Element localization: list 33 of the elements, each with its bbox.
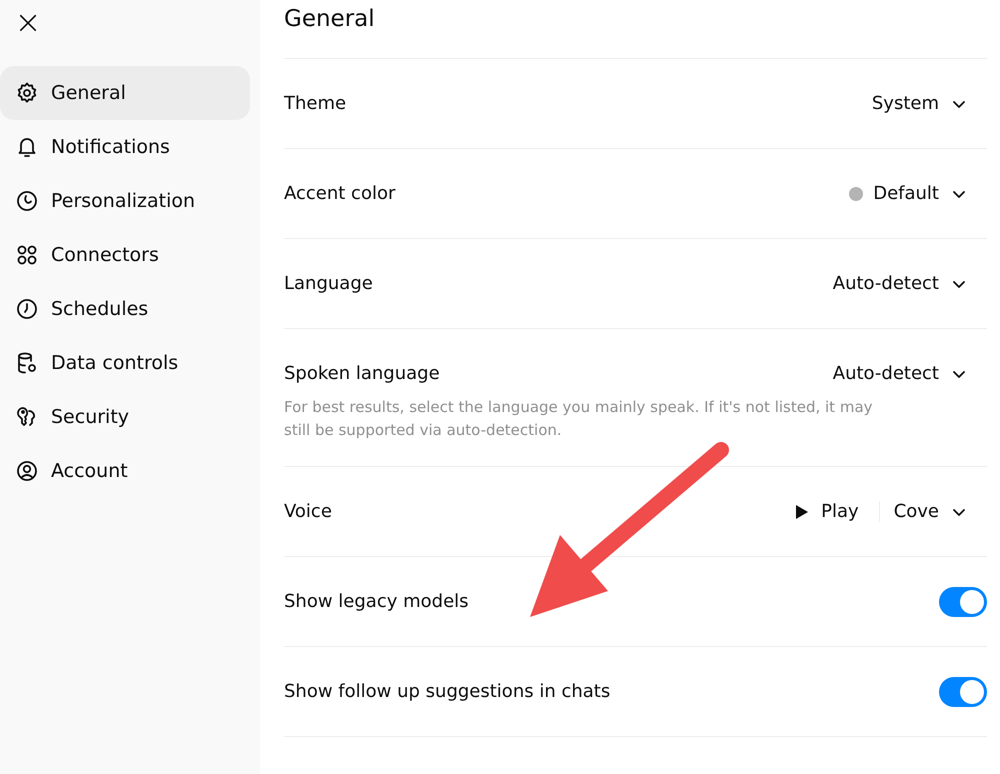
dropdown[interactable]: Cove [894, 501, 987, 522]
dropdown[interactable]: Auto-detect [832, 273, 987, 294]
hint-text: For best results, select the language you mainly speak. If it's not listed, it may still be supported via auto-detection. [284, 397, 874, 441]
page-title: General [284, 0, 987, 59]
setting-label: Show legacy models [284, 591, 469, 612]
nodes-icon [15, 243, 39, 267]
dropdown[interactable]: System [872, 93, 987, 114]
database-gear-icon [15, 351, 39, 375]
smile-icon [15, 189, 39, 213]
play-icon [795, 504, 810, 520]
gear-icon [15, 81, 39, 105]
sidebar-item[interactable]: Schedules [0, 282, 250, 336]
setting-label: Voice [284, 501, 332, 522]
sidebar-item[interactable]: Personalization [0, 174, 250, 228]
account-icon [15, 459, 39, 483]
sidebar-item[interactable]: Data controls [0, 336, 250, 390]
clock-icon [15, 297, 39, 321]
dropdown[interactable]: Auto-detect [832, 363, 987, 384]
sidebar-item[interactable]: Notifications [0, 120, 250, 174]
setting-label: Language [284, 273, 373, 294]
dropdown[interactable]: Default [849, 183, 987, 204]
close-button[interactable]: × [10, 4, 46, 40]
setting-label: Show follow up suggestions in chats [284, 681, 610, 702]
sidebar-item[interactable]: Security [0, 390, 250, 444]
setting-label: Spoken language [284, 363, 440, 384]
play-button[interactable]: Play [795, 501, 880, 522]
sidebar-item[interactable]: Connectors [0, 228, 250, 282]
setting-label: Theme [284, 93, 346, 114]
toggle-switch[interactable] [939, 586, 987, 616]
sidebar-item[interactable]: Account [0, 444, 250, 498]
setting-label: Accent color [284, 183, 396, 204]
toggle-switch[interactable] [939, 676, 987, 706]
sidebar-item[interactable]: General [0, 66, 250, 120]
